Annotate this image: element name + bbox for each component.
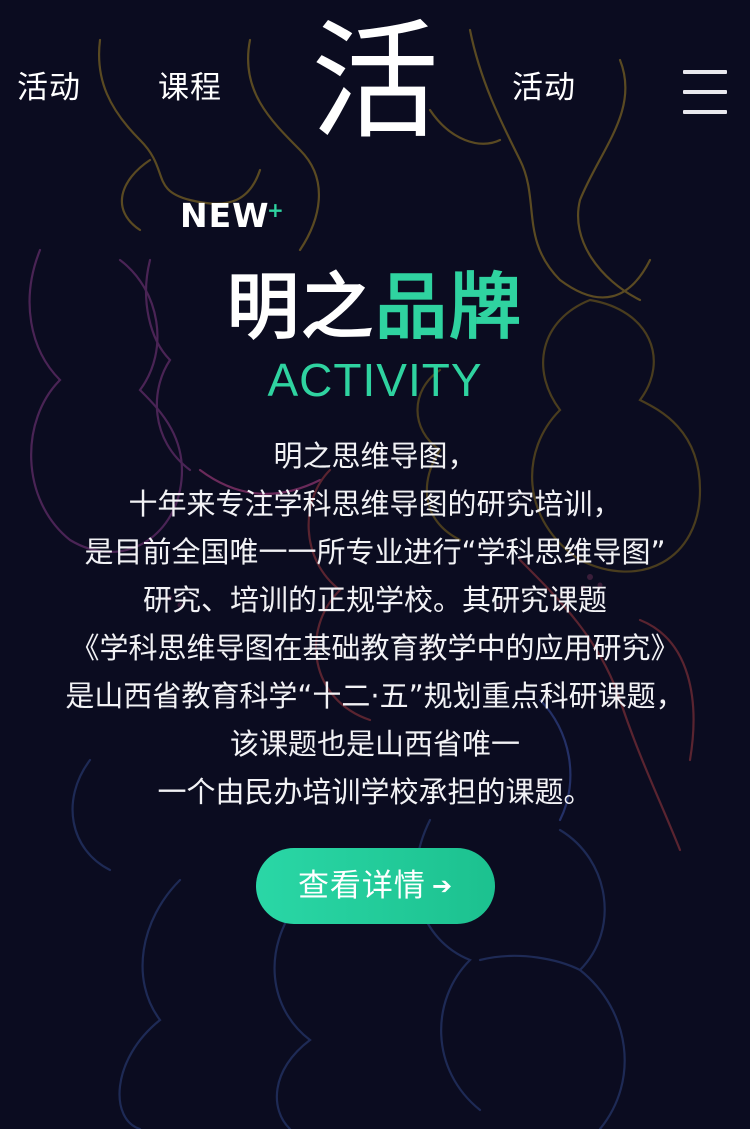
- view-details-label: 查看详情: [297, 868, 426, 904]
- nav-link-courses[interactable]: 课程: [158, 68, 222, 108]
- description-line: 一个由民办培训学校承担的课题。: [157, 775, 593, 809]
- plus-icon: +: [267, 198, 284, 222]
- page: 活动 课程 活 活动 NEW + 明之品牌 ACTIVITY 明之思维导图， 十…: [0, 0, 750, 1129]
- gourd-outline-navy: [558, 828, 626, 1129]
- hamburger-menu-icon[interactable]: [683, 70, 729, 116]
- description-line: 《学科思维导图在基础教育教学中的应用研究》: [70, 631, 680, 665]
- new-badge: NEW: [180, 196, 270, 235]
- description-line: 十年来专注学科思维导图的研究培训，: [128, 487, 622, 521]
- description-line: 研究、培训的正规学校。其研究课题: [142, 583, 607, 617]
- menu-bar: [683, 90, 727, 94]
- menu-bar: [683, 110, 727, 114]
- page-subtitle: ACTIVITY: [267, 354, 483, 406]
- title-green-part: 品牌: [375, 265, 524, 349]
- description-line: 是山西省教育科学“十二·五”规划重点科研课题，: [65, 679, 685, 713]
- page-title: 明之品牌: [0, 262, 750, 352]
- nav-link-activity[interactable]: 活动: [17, 68, 81, 108]
- title-white-part: 明之: [226, 265, 375, 349]
- gourd-outline-navy: [478, 954, 582, 972]
- gourd-outline-navy: [273, 898, 312, 1129]
- branch-line-gold: [98, 38, 262, 205]
- view-details-button[interactable]: 查看详情 ➔: [256, 848, 495, 924]
- branch-line-gold: [120, 158, 152, 232]
- arrow-right-icon: ➔: [431, 872, 454, 900]
- description-line: 该课题也是山西省唯一: [229, 727, 520, 761]
- gourd-outline-navy: [118, 878, 182, 1129]
- description-line: 是目前全国唯一一所专业进行“学科思维导图”: [84, 535, 666, 569]
- nav-link-activity-right[interactable]: 活动: [512, 68, 576, 108]
- logo[interactable]: 活: [305, 8, 445, 158]
- description: 明之思维导图， 十年来专注学科思维导图的研究培训， 是目前全国唯一一所专业进行“…: [0, 432, 750, 816]
- description-line: 明之思维导图，: [273, 439, 477, 473]
- menu-bar: [683, 70, 727, 74]
